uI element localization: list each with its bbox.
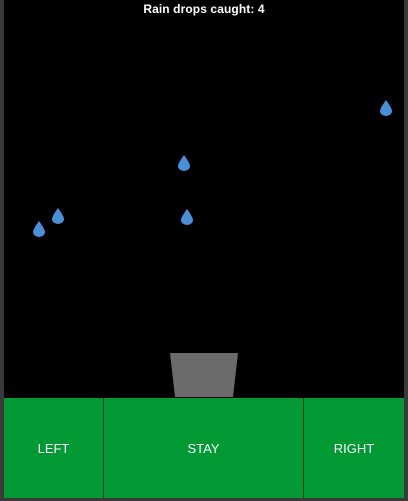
control-bar: LEFT STAY RIGHT bbox=[4, 398, 404, 498]
sky-playfield bbox=[4, 0, 404, 398]
raindrop-icon bbox=[33, 221, 45, 237]
score-label: Rain drops caught: 4 bbox=[143, 2, 265, 16]
left-button[interactable]: LEFT bbox=[4, 398, 104, 498]
raindrop-icon bbox=[380, 100, 392, 116]
game-window: Rain drops caught: 4 LEFT STAY RIGHT bbox=[0, 0, 408, 501]
raindrop-icon bbox=[52, 208, 64, 224]
stay-button[interactable]: STAY bbox=[104, 398, 304, 498]
raindrop-icon bbox=[178, 155, 190, 171]
raindrop-icon bbox=[181, 209, 193, 225]
bucket-icon bbox=[170, 353, 238, 397]
right-button[interactable]: RIGHT bbox=[304, 398, 404, 498]
